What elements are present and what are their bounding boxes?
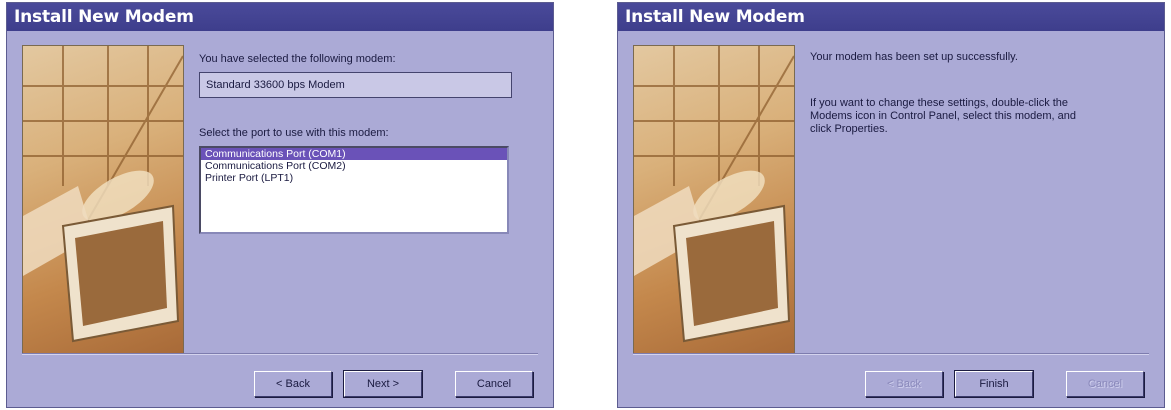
wizard-illustration-icon bbox=[633, 45, 795, 354]
install-modem-dialog-port: Install New Modem You have selected the … bbox=[6, 2, 554, 408]
port-list-item[interactable]: Communications Port (COM2) bbox=[201, 160, 507, 172]
back-button[interactable]: < Back bbox=[865, 371, 943, 397]
port-select-label: Select the port to use with this modem: bbox=[199, 127, 389, 139]
port-list-item[interactable]: Printer Port (LPT1) bbox=[201, 172, 507, 184]
port-listbox[interactable]: Communications Port (COM1) Communication… bbox=[199, 146, 509, 234]
dialog-title: Install New Modem bbox=[618, 3, 1164, 31]
button-separator bbox=[22, 353, 538, 355]
button-separator bbox=[633, 353, 1149, 355]
selected-modem-label: You have selected the following modem: bbox=[199, 53, 396, 65]
wizard-illustration-icon bbox=[22, 45, 184, 354]
cancel-button[interactable]: Cancel bbox=[455, 371, 533, 397]
dialog-title: Install New Modem bbox=[7, 3, 553, 31]
success-message: Your modem has been set up successfully. bbox=[810, 51, 1018, 63]
modem-name-field: Standard 33600 bps Modem bbox=[199, 72, 512, 98]
info-message: If you want to change these settings, do… bbox=[810, 97, 1076, 135]
next-button[interactable]: Next > bbox=[343, 370, 423, 398]
finish-button[interactable]: Finish bbox=[954, 370, 1034, 398]
cancel-button[interactable]: Cancel bbox=[1066, 371, 1144, 397]
back-button[interactable]: < Back bbox=[254, 371, 332, 397]
port-list-item[interactable]: Communications Port (COM1) bbox=[201, 148, 507, 160]
install-modem-dialog-finish: Install New Modem Your modem has been se… bbox=[617, 2, 1165, 408]
